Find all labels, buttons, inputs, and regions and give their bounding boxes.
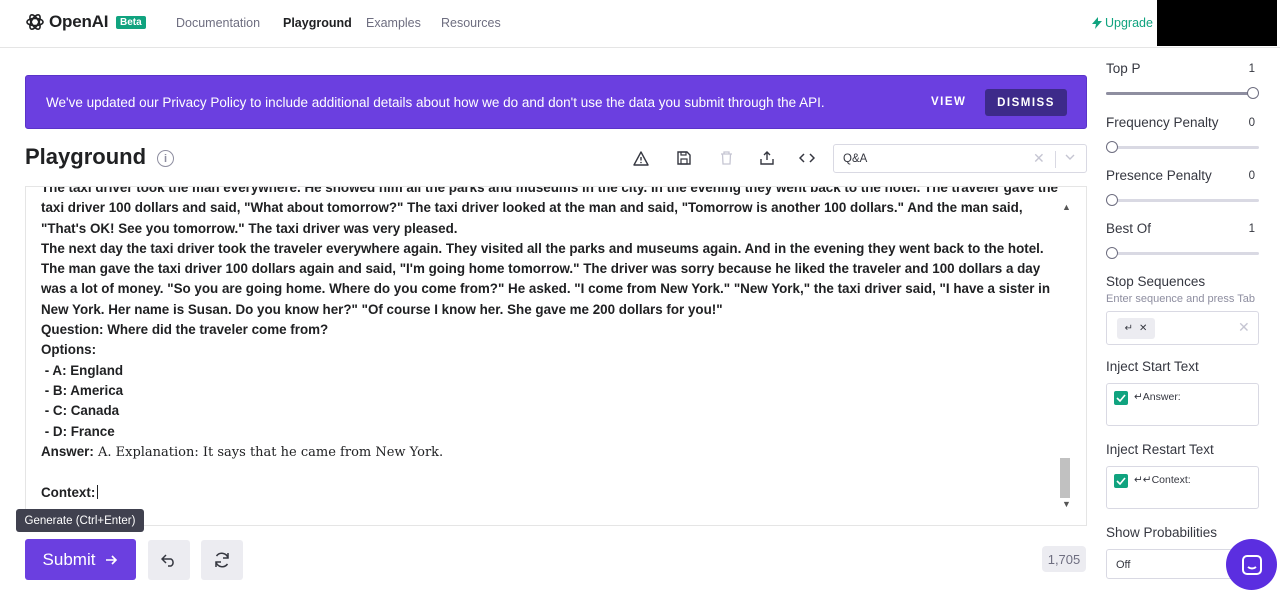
show-probabilities-select[interactable]: Off [1106, 549, 1236, 579]
frequency-penalty-label: Frequency Penalty [1106, 115, 1219, 130]
token-count: 1,705 [1042, 546, 1086, 572]
presence-penalty-label: Presence Penalty [1106, 168, 1212, 183]
preset-select[interactable]: Q&A ✕ [833, 144, 1087, 173]
frequency-penalty-value[interactable]: 0 [1240, 117, 1255, 129]
editor-options-label: Options: [41, 342, 97, 358]
regenerate-button[interactable] [201, 540, 243, 580]
editor-question: Question: Where did the traveler come fr… [41, 322, 329, 338]
checkmark-icon [1116, 394, 1126, 402]
top-p-label: Top P [1106, 61, 1141, 76]
editor-option-d: - D: France [41, 423, 115, 439]
stop-sequences-hint: Enter sequence and press Tab [1106, 293, 1256, 305]
editor-line-partial: The taxi driver took the man everywhere.… [41, 186, 1058, 195]
best-of-label: Best Of [1106, 221, 1152, 236]
slider-fill [1106, 92, 1253, 95]
trash-icon[interactable] [717, 149, 735, 167]
best-of-value[interactable]: 1 [1240, 223, 1255, 235]
openai-logo-icon [26, 14, 44, 30]
info-icon[interactable]: i [157, 150, 174, 167]
inject-start-label: Inject Start Text [1106, 359, 1199, 374]
arrow-right-icon [106, 554, 118, 565]
slider-handle[interactable] [1106, 141, 1118, 153]
scrollbar-thumb[interactable] [1060, 458, 1070, 498]
editor-context-line: Context: [41, 483, 1061, 503]
brand-name: OpenAI [49, 12, 109, 31]
inject-restart-field[interactable]: ↵↵Context: [1106, 466, 1259, 509]
scroll-down-arrow-icon[interactable]: ▼ [1062, 499, 1071, 509]
preset-divider [1055, 151, 1056, 168]
upgrade-label: Upgrade [1105, 16, 1153, 30]
editor-content[interactable]: The taxi driver took the man everywhere.… [41, 186, 1061, 504]
stop-sequences-label: Stop Sequences [1106, 274, 1206, 289]
nav-resources[interactable]: Resources [441, 16, 501, 30]
slider-handle[interactable] [1247, 87, 1259, 99]
presence-penalty-slider[interactable] [1106, 194, 1259, 206]
inject-start-checkbox[interactable] [1114, 391, 1128, 405]
chip-remove-icon[interactable]: ✕ [1139, 323, 1147, 334]
upgrade-link[interactable]: Upgrade [1092, 16, 1153, 30]
clear-icon[interactable]: ✕ [1033, 150, 1045, 167]
editor-answer-line: Answer: A. Explanation: It says that he … [41, 442, 1061, 463]
best-of-slider[interactable] [1106, 247, 1259, 259]
top-p-value[interactable]: 1 [1240, 63, 1255, 75]
stop-sequences-input[interactable]: ↵ ✕ ✕ [1106, 311, 1259, 345]
nav-playground[interactable]: Playground [283, 16, 352, 30]
page-title: Playground [25, 144, 147, 169]
presence-penalty-value[interactable]: 0 [1240, 170, 1255, 182]
frequency-penalty-slider[interactable] [1106, 141, 1259, 153]
answer-label: Answer: [41, 443, 94, 459]
privacy-banner: We've updated our Privacy Policy to incl… [25, 75, 1087, 129]
clear-icon[interactable]: ✕ [1238, 319, 1250, 336]
inject-start-field[interactable]: ↵Answer: [1106, 383, 1259, 426]
inject-restart-value[interactable]: ↵↵Context: [1134, 474, 1191, 486]
banner-dismiss-button[interactable]: DISMISS [985, 89, 1067, 116]
prompt-editor[interactable]: The taxi driver took the man everywhere.… [25, 186, 1087, 526]
text-cursor [97, 485, 99, 500]
undo-button[interactable] [148, 540, 190, 580]
scroll-up-arrow-icon[interactable]: ▲ [1062, 202, 1071, 212]
editor-option-c: - C: Canada [41, 403, 120, 419]
slider-handle[interactable] [1106, 247, 1118, 259]
chip-label: ↵ [1124, 323, 1133, 334]
chat-icon [1241, 554, 1262, 575]
preset-value: Q&A [843, 153, 868, 165]
chat-support-button[interactable] [1226, 539, 1277, 590]
editor-paragraph-1: taxi driver 100 dollars and said, "What … [41, 200, 1023, 236]
stop-sequence-chip: ↵ ✕ [1117, 318, 1155, 339]
top-p-slider[interactable] [1106, 87, 1259, 99]
checkmark-icon [1116, 477, 1126, 485]
submit-button[interactable]: Submit [25, 539, 136, 580]
inject-restart-label: Inject Restart Text [1106, 442, 1214, 457]
beta-badge: Beta [116, 16, 146, 29]
share-icon[interactable] [758, 149, 776, 167]
warning-icon[interactable] [632, 149, 650, 167]
top-navbar: OpenAI Beta Documentation Playground Exa… [0, 0, 1280, 48]
save-icon[interactable] [675, 149, 693, 167]
redacted-account-area [1157, 0, 1277, 46]
editor-option-b: - B: America [41, 382, 124, 398]
context-label: Context: [41, 485, 96, 501]
editor-option-a: - A: England [41, 362, 124, 378]
refresh-icon [215, 552, 229, 568]
banner-view-button[interactable]: VIEW [931, 96, 966, 108]
undo-icon [161, 554, 174, 567]
inject-restart-checkbox[interactable] [1114, 474, 1128, 488]
editor-paragraph-2: The next day the taxi driver took the tr… [41, 240, 1051, 317]
show-probabilities-label: Show Probabilities [1106, 525, 1218, 540]
answer-completion: A. Explanation: It says that he came fro… [93, 444, 444, 460]
editor-blank-line [41, 463, 1061, 483]
nav-documentation[interactable]: Documentation [176, 16, 260, 30]
lightning-icon [1092, 17, 1102, 29]
slider-handle[interactable] [1106, 194, 1118, 206]
code-icon[interactable] [798, 149, 816, 167]
chevron-down-icon[interactable] [1064, 150, 1076, 168]
banner-text: We've updated our Privacy Policy to incl… [46, 95, 825, 110]
openai-logo[interactable]: OpenAI [25, 12, 108, 32]
inject-start-value[interactable]: ↵Answer: [1134, 391, 1181, 403]
submit-label: Submit [42, 549, 96, 569]
nav-examples[interactable]: Examples [366, 16, 421, 30]
generate-tooltip: Generate (Ctrl+Enter) [16, 509, 144, 532]
